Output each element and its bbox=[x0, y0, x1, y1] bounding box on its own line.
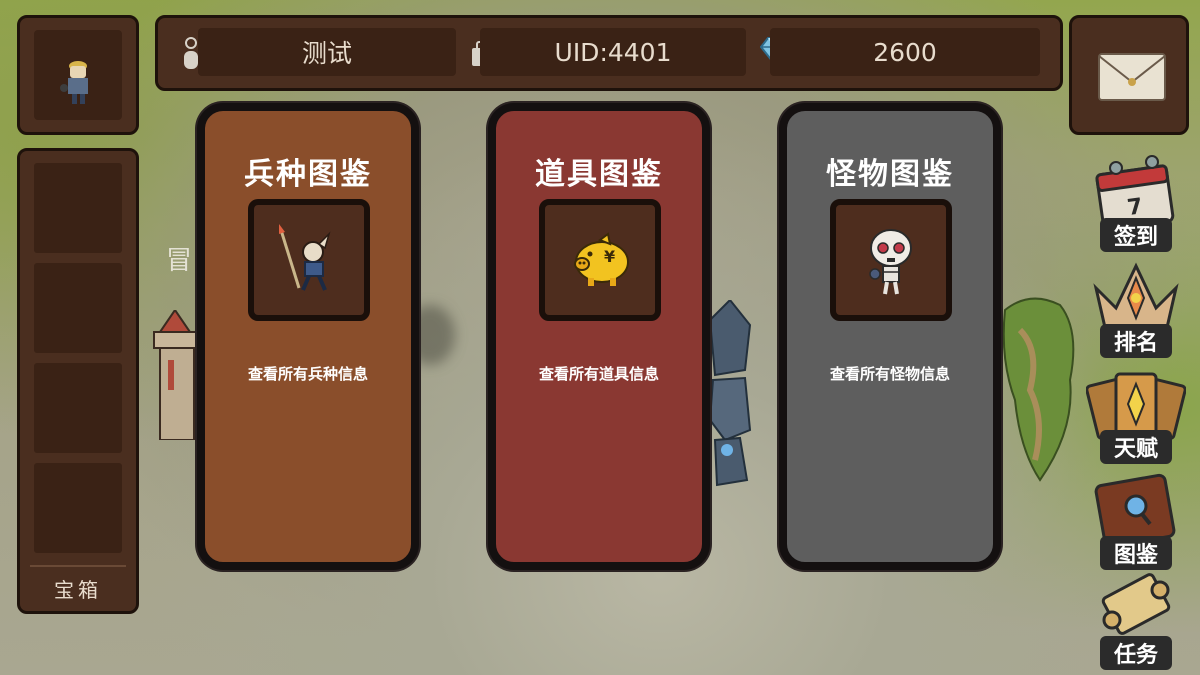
spear-soldier-icon bbox=[279, 224, 331, 291]
unit-codex-card[interactable]: 兵种图鉴 查看所有兵种信息 bbox=[197, 103, 419, 570]
chest-panel: 宝箱 bbox=[17, 148, 139, 614]
sidebar-item-label: 签到 bbox=[1100, 218, 1172, 252]
sidebar-item-label: 排名 bbox=[1100, 324, 1172, 358]
chest-slot[interactable] bbox=[34, 263, 122, 353]
card-title: 怪物图鉴 bbox=[826, 157, 954, 192]
sidebar-item-label: 任务 bbox=[1100, 636, 1172, 670]
player-name-display: 测试 bbox=[198, 28, 456, 76]
svg-text:¥: ¥ bbox=[604, 247, 615, 266]
card-icon-box bbox=[830, 199, 952, 321]
sidebar-item-label: 天赋 bbox=[1100, 430, 1172, 464]
card-title: 道具图鉴 bbox=[535, 157, 663, 192]
mail-button[interactable] bbox=[1069, 15, 1189, 135]
item-codex-card[interactable]: 道具图鉴 ¥ 查看所有道具信息 bbox=[488, 103, 710, 570]
card-icon-box bbox=[248, 199, 370, 321]
avatar-slot bbox=[34, 30, 122, 120]
uid-display: UID:4401 bbox=[480, 28, 746, 76]
sidebar-item-codex[interactable]: 图鉴 bbox=[1086, 470, 1186, 574]
chest-slot[interactable] bbox=[34, 163, 122, 253]
gem-count-display: 2600 bbox=[770, 28, 1040, 76]
player-avatar-button[interactable] bbox=[17, 15, 139, 135]
card-icon-box: ¥ bbox=[539, 199, 661, 321]
chest-slot[interactable] bbox=[34, 463, 122, 553]
sidebar-item-label: 图鉴 bbox=[1100, 536, 1172, 570]
sidebar-item-ranking[interactable]: 排名 bbox=[1086, 258, 1186, 362]
chest-divider bbox=[30, 565, 126, 567]
sidebar-item-talent[interactable]: 天赋 bbox=[1086, 364, 1186, 468]
sidebar-item-checkin[interactable]: 7 签到 bbox=[1086, 152, 1186, 256]
card-description: 查看所有兵种信息 bbox=[247, 365, 368, 383]
background-crystal-rocks bbox=[705, 298, 755, 490]
card-description: 查看所有道具信息 bbox=[538, 365, 659, 383]
envelope-icon bbox=[1097, 52, 1167, 106]
top-status-bar: 测试 UID:4401 2600 bbox=[155, 15, 1063, 91]
monster-codex-card[interactable]: 怪物图鉴 查看所有怪物信息 bbox=[779, 103, 1001, 570]
card-title: 兵种图鉴 bbox=[244, 157, 372, 192]
miner-avatar-icon bbox=[60, 61, 88, 104]
skeleton-icon bbox=[869, 229, 912, 295]
sidebar-item-tasks[interactable]: 任务 bbox=[1086, 570, 1186, 674]
background-partial-label: 冒 bbox=[166, 246, 193, 276]
chest-slot[interactable] bbox=[34, 363, 122, 453]
card-description: 查看所有怪物信息 bbox=[829, 365, 950, 383]
chest-label: 宝箱 bbox=[54, 578, 102, 602]
gold-pig-icon: ¥ bbox=[574, 232, 629, 286]
background-tree bbox=[1000, 290, 1080, 490]
background-tower bbox=[150, 308, 200, 441]
